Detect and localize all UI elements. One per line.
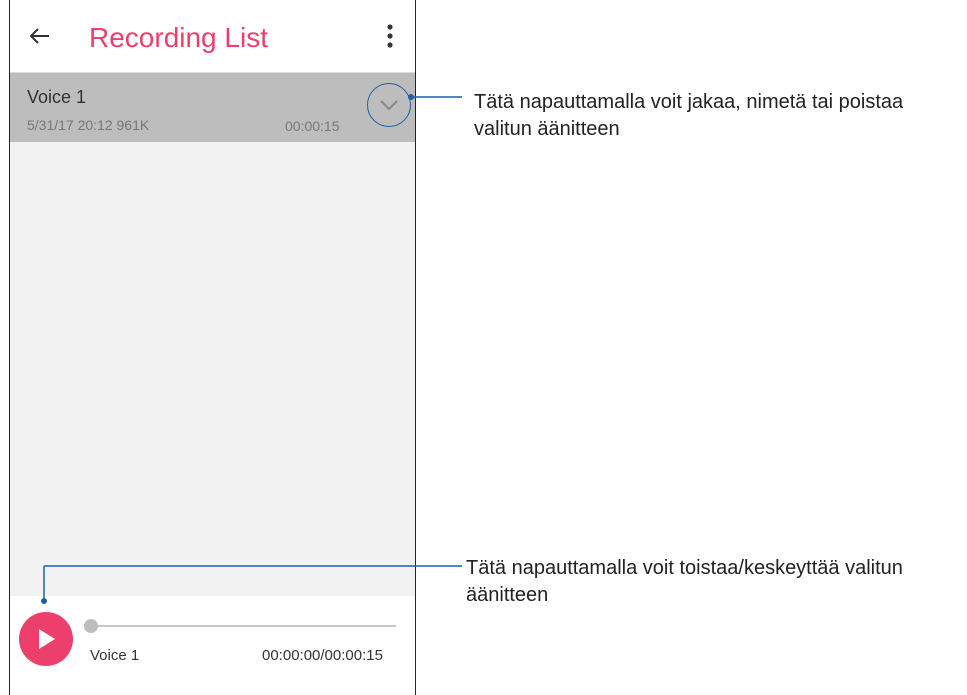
expand-options-button[interactable] <box>367 83 411 127</box>
player-bar: Voice 1 00:00:00/00:00:15 <box>10 596 415 695</box>
progress-slider[interactable] <box>84 619 396 633</box>
phone-screen: Recording List Voice 1 5/31/17 20:12 961… <box>9 0 416 695</box>
more-options-button[interactable] <box>378 22 402 50</box>
recording-duration: 00:00:15 <box>285 118 340 134</box>
player-time: 00:00:00/00:00:15 <box>262 647 383 664</box>
recording-list-item[interactable]: Voice 1 5/31/17 20:12 961K 00:00:15 <box>10 73 415 142</box>
play-pause-button[interactable] <box>19 612 73 666</box>
progress-slider-handle[interactable] <box>84 619 98 633</box>
more-vertical-icon <box>387 24 393 48</box>
app-bar: Recording List <box>10 0 415 72</box>
back-button[interactable] <box>26 22 54 50</box>
page-title: Recording List <box>89 22 268 53</box>
callout-share-rename-delete: Tätä napauttamalla voit jakaa, nimetä ta… <box>474 91 904 140</box>
callout-play-pause: Tätä napauttamalla voit toistaa/keskeytt… <box>466 557 903 606</box>
play-icon <box>39 629 55 649</box>
recording-date-size: 5/31/17 20:12 961K <box>27 117 150 133</box>
player-recording-name: Voice 1 <box>90 647 140 664</box>
recording-name: Voice 1 <box>27 87 87 107</box>
chevron-down-icon <box>380 100 398 111</box>
arrow-left-icon <box>30 28 49 44</box>
